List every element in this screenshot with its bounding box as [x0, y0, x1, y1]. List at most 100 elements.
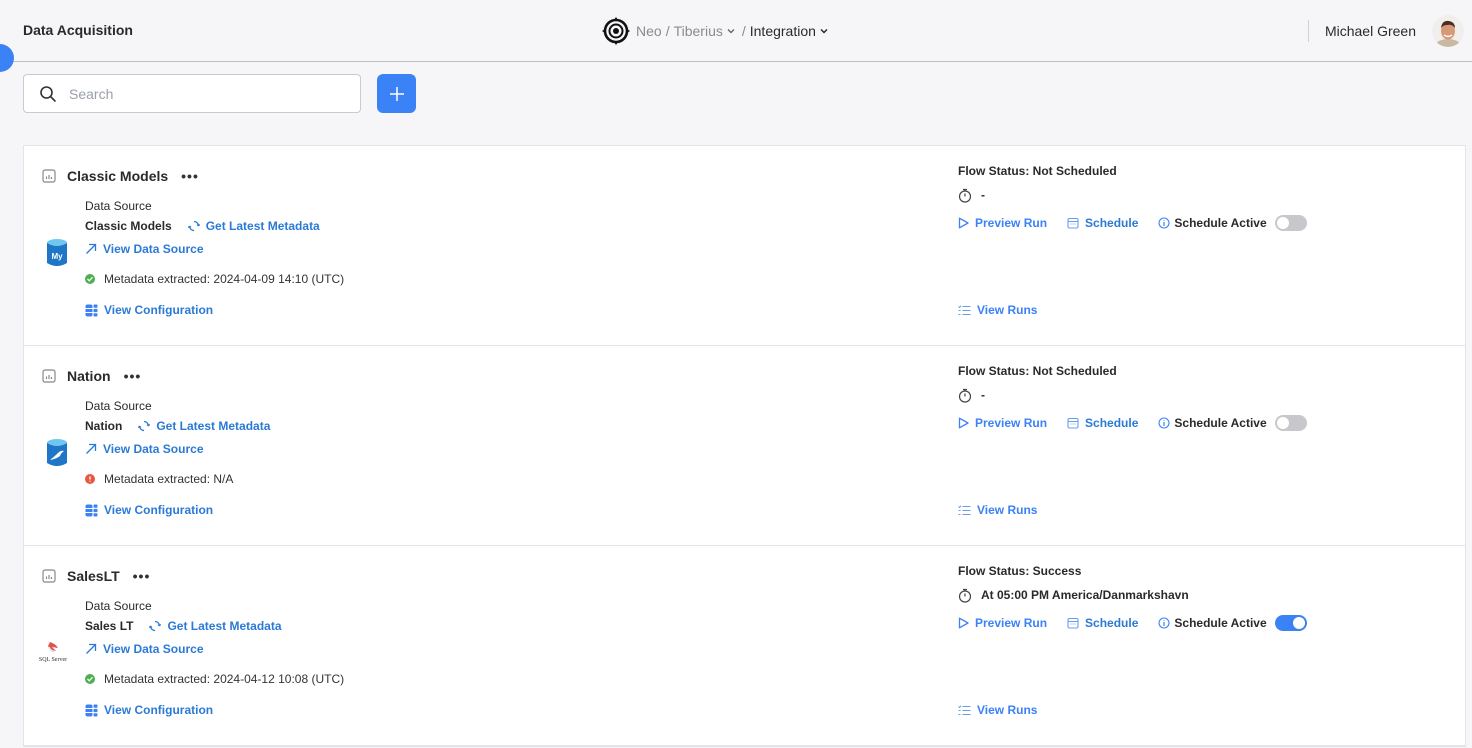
user-name[interactable]: Michael Green — [1325, 23, 1416, 39]
get-latest-metadata-label: Get Latest Metadata — [205, 219, 320, 233]
breadcrumb-section[interactable]: Integration — [750, 23, 816, 39]
view-data-source-link[interactable]: View Data Source — [85, 442, 204, 456]
list-icon — [958, 504, 971, 515]
check-circle-icon — [85, 674, 95, 684]
top-bar: Data Acquisition Neo / Tiberius / Integr… — [0, 0, 1472, 62]
preview-run-label: Preview Run — [975, 616, 1048, 630]
schedule-label: Schedule — [1085, 416, 1139, 430]
configuration-icon — [85, 304, 98, 316]
view-runs-link[interactable]: View Runs — [958, 703, 1037, 717]
view-configuration-link[interactable]: View Configuration — [85, 503, 213, 517]
view-data-source-link[interactable]: View Data Source — [85, 642, 204, 656]
play-icon — [958, 617, 969, 629]
schedule-active-label: Schedule Active — [1174, 216, 1267, 230]
refresh-icon — [149, 620, 162, 632]
data-source-name: Nation — [85, 419, 123, 433]
view-runs-link[interactable]: View Runs — [958, 303, 1037, 317]
more-options-button[interactable]: ••• — [124, 368, 142, 384]
view-runs-link[interactable]: View Runs — [958, 503, 1037, 517]
metadata-extracted-text: Metadata extracted: 2024-04-12 10:08 (UT… — [104, 672, 345, 686]
configuration-icon — [85, 704, 98, 716]
view-runs-label: View Runs — [977, 303, 1038, 317]
view-data-source-link[interactable]: View Data Source — [85, 242, 204, 256]
more-options-button[interactable]: ••• — [133, 568, 151, 584]
search-input-wrapper[interactable] — [23, 74, 361, 113]
view-runs-label: View Runs — [977, 503, 1038, 517]
flow-card: Nation ••• Data Source Nation Get Latest… — [24, 346, 1465, 546]
toggle-knob — [1276, 217, 1289, 229]
add-flow-button[interactable] — [377, 74, 416, 113]
view-data-source-label: View Data Source — [103, 642, 204, 656]
breadcrumb-separator: / — [741, 23, 746, 39]
preview-run-button[interactable]: Preview Run — [958, 216, 1047, 230]
flow-status: Flow Status: Success — [958, 564, 1082, 578]
chart-icon — [42, 169, 56, 183]
schedule-button[interactable]: Schedule — [1067, 416, 1138, 430]
data-source-label: Data Source — [85, 399, 152, 413]
flow-title[interactable]: Nation — [67, 368, 111, 384]
metadata-extracted-text: Metadata extracted: N/A — [104, 472, 234, 486]
more-options-button[interactable]: ••• — [181, 168, 199, 184]
view-configuration-link[interactable]: View Configuration — [85, 703, 213, 717]
flow-title[interactable]: SalesLT — [67, 568, 120, 584]
timer-icon — [958, 188, 972, 203]
schedule-active-label: Schedule Active — [1174, 416, 1267, 430]
flow-list: Classic Models ••• My Data Source Classi… — [23, 145, 1466, 747]
get-latest-metadata-link[interactable]: Get Latest Metadata — [149, 619, 282, 633]
search-icon — [40, 85, 56, 102]
avatar[interactable] — [1432, 15, 1464, 47]
get-latest-metadata-label: Get Latest Metadata — [156, 419, 271, 433]
flow-title[interactable]: Classic Models — [67, 168, 168, 184]
preview-run-button[interactable]: Preview Run — [958, 616, 1047, 630]
info-icon — [1158, 617, 1170, 629]
schedule-active-toggle[interactable] — [1274, 415, 1307, 431]
schedule-active-toggle[interactable] — [1274, 615, 1307, 631]
schedule-time: - — [981, 188, 985, 202]
schedule-active-label: Schedule Active — [1174, 616, 1267, 630]
schedule-button[interactable]: Schedule — [1067, 216, 1138, 230]
preview-run-label: Preview Run — [975, 216, 1048, 230]
get-latest-metadata-link[interactable]: Get Latest Metadata — [138, 419, 270, 433]
chart-icon — [42, 369, 56, 383]
mariadb-icon — [46, 438, 68, 468]
org-logo-icon — [602, 17, 630, 45]
view-data-source-label: View Data Source — [103, 242, 204, 256]
view-configuration-link[interactable]: View Configuration — [85, 303, 213, 317]
plus-icon — [389, 86, 404, 101]
toggle-knob — [1276, 417, 1289, 429]
view-configuration-label: View Configuration — [104, 303, 214, 317]
breadcrumb: Neo / Tiberius / Integration — [601, 16, 831, 46]
breadcrumb-org[interactable]: Neo — [636, 23, 662, 39]
refresh-icon — [187, 220, 200, 232]
data-source-label: Data Source — [85, 199, 152, 213]
timer-icon — [958, 588, 972, 603]
view-data-source-label: View Data Source — [103, 442, 204, 456]
preview-run-button[interactable]: Preview Run — [958, 416, 1047, 430]
error-circle-icon — [85, 474, 95, 484]
calendar-icon — [1067, 417, 1079, 429]
play-icon — [958, 217, 969, 229]
chevron-down-icon[interactable] — [819, 26, 829, 36]
chart-icon — [42, 569, 56, 583]
schedule-label: Schedule — [1085, 216, 1139, 230]
external-arrow-icon — [86, 243, 97, 254]
get-latest-metadata-link[interactable]: Get Latest Metadata — [187, 219, 320, 233]
schedule-active-toggle[interactable] — [1274, 215, 1307, 231]
flow-card: SalesLT ••• SQL Server Data Source Sales… — [24, 546, 1465, 746]
external-arrow-icon — [86, 643, 97, 654]
schedule-label: Schedule — [1085, 616, 1139, 630]
breadcrumb-project[interactable]: Tiberius — [674, 23, 723, 39]
preview-run-label: Preview Run — [975, 416, 1048, 430]
data-source-label: Data Source — [85, 599, 152, 613]
chevron-down-icon[interactable] — [726, 26, 736, 36]
calendar-icon — [1067, 217, 1079, 229]
schedule-button[interactable]: Schedule — [1067, 616, 1138, 630]
breadcrumb-separator: / — [665, 23, 670, 39]
user-menu[interactable]: Michael Green — [1307, 12, 1472, 50]
data-source-name: Classic Models — [85, 219, 172, 233]
search-input[interactable] — [69, 85, 329, 102]
info-icon — [1158, 417, 1170, 429]
refresh-icon — [138, 420, 151, 432]
svg-text:SQL Server: SQL Server — [39, 657, 67, 663]
divider — [1307, 20, 1309, 42]
